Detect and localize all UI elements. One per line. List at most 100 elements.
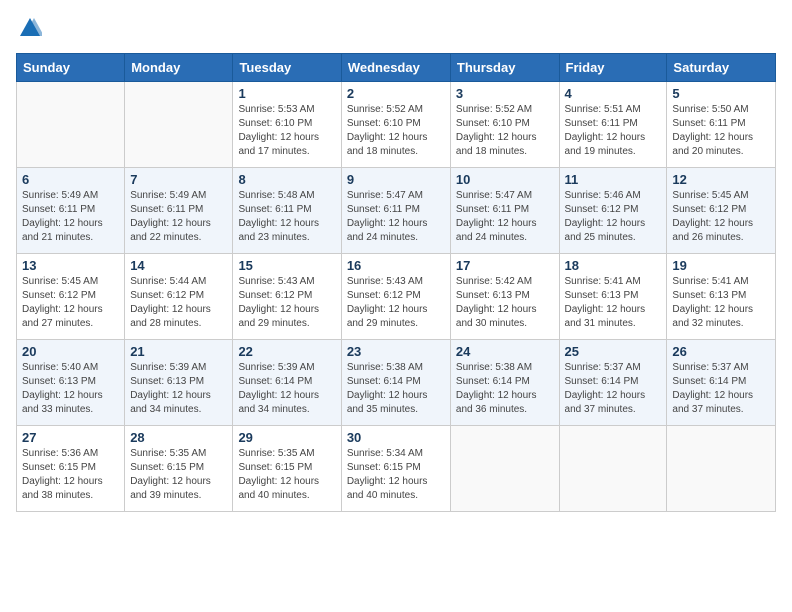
- day-of-week-header: Tuesday: [233, 54, 341, 82]
- day-number: 25: [565, 344, 662, 359]
- day-info: Sunrise: 5:51 AMSunset: 6:11 PMDaylight:…: [565, 103, 662, 159]
- day-info: Sunrise: 5:47 AMSunset: 6:11 PMDaylight:…: [456, 189, 554, 245]
- day-info: Sunrise: 5:49 AMSunset: 6:11 PMDaylight:…: [22, 189, 119, 245]
- day-number: 20: [22, 344, 119, 359]
- day-info: Sunrise: 5:43 AMSunset: 6:12 PMDaylight:…: [238, 275, 335, 331]
- day-number: 23: [347, 344, 445, 359]
- day-info: Sunrise: 5:42 AMSunset: 6:13 PMDaylight:…: [456, 275, 554, 331]
- day-info: Sunrise: 5:50 AMSunset: 6:11 PMDaylight:…: [672, 103, 770, 159]
- day-number: 6: [22, 172, 119, 187]
- calendar-cell: 15 Sunrise: 5:43 AMSunset: 6:12 PMDayligh…: [233, 254, 341, 340]
- calendar-cell: 20 Sunrise: 5:40 AMSunset: 6:13 PMDayligh…: [17, 340, 125, 426]
- calendar-cell: 5 Sunrise: 5:50 AMSunset: 6:11 PMDaylight…: [667, 82, 776, 168]
- day-info: Sunrise: 5:53 AMSunset: 6:10 PMDaylight:…: [238, 103, 335, 159]
- day-info: Sunrise: 5:37 AMSunset: 6:14 PMDaylight:…: [565, 361, 662, 417]
- day-info: Sunrise: 5:48 AMSunset: 6:11 PMDaylight:…: [238, 189, 335, 245]
- day-info: Sunrise: 5:43 AMSunset: 6:12 PMDaylight:…: [347, 275, 445, 331]
- calendar-cell: 3 Sunrise: 5:52 AMSunset: 6:10 PMDaylight…: [450, 82, 559, 168]
- day-number: 19: [672, 258, 770, 273]
- day-number: 14: [130, 258, 227, 273]
- day-info: Sunrise: 5:38 AMSunset: 6:14 PMDaylight:…: [456, 361, 554, 417]
- day-number: 18: [565, 258, 662, 273]
- calendar-cell: [450, 426, 559, 512]
- day-info: Sunrise: 5:47 AMSunset: 6:11 PMDaylight:…: [347, 189, 445, 245]
- day-number: 3: [456, 86, 554, 101]
- day-info: Sunrise: 5:35 AMSunset: 6:15 PMDaylight:…: [130, 447, 227, 503]
- day-number: 28: [130, 430, 227, 445]
- calendar-cell: 17 Sunrise: 5:42 AMSunset: 6:13 PMDayligh…: [450, 254, 559, 340]
- day-info: Sunrise: 5:40 AMSunset: 6:13 PMDaylight:…: [22, 361, 119, 417]
- day-number: 12: [672, 172, 770, 187]
- calendar-cell: [559, 426, 667, 512]
- day-of-week-header: Sunday: [17, 54, 125, 82]
- day-number: 26: [672, 344, 770, 359]
- calendar-cell: 29 Sunrise: 5:35 AMSunset: 6:15 PMDayligh…: [233, 426, 341, 512]
- day-number: 27: [22, 430, 119, 445]
- day-number: 4: [565, 86, 662, 101]
- day-info: Sunrise: 5:49 AMSunset: 6:11 PMDaylight:…: [130, 189, 227, 245]
- day-info: Sunrise: 5:45 AMSunset: 6:12 PMDaylight:…: [672, 189, 770, 245]
- day-number: 15: [238, 258, 335, 273]
- day-number: 16: [347, 258, 445, 273]
- day-of-week-header: Saturday: [667, 54, 776, 82]
- calendar-cell: 9 Sunrise: 5:47 AMSunset: 6:11 PMDaylight…: [341, 168, 450, 254]
- day-number: 5: [672, 86, 770, 101]
- day-number: 2: [347, 86, 445, 101]
- calendar-cell: 26 Sunrise: 5:37 AMSunset: 6:14 PMDayligh…: [667, 340, 776, 426]
- day-of-week-header: Wednesday: [341, 54, 450, 82]
- day-info: Sunrise: 5:35 AMSunset: 6:15 PMDaylight:…: [238, 447, 335, 503]
- day-info: Sunrise: 5:52 AMSunset: 6:10 PMDaylight:…: [347, 103, 445, 159]
- day-info: Sunrise: 5:45 AMSunset: 6:12 PMDaylight:…: [22, 275, 119, 331]
- day-info: Sunrise: 5:36 AMSunset: 6:15 PMDaylight:…: [22, 447, 119, 503]
- day-info: Sunrise: 5:39 AMSunset: 6:13 PMDaylight:…: [130, 361, 227, 417]
- calendar-cell: 23 Sunrise: 5:38 AMSunset: 6:14 PMDayligh…: [341, 340, 450, 426]
- day-info: Sunrise: 5:38 AMSunset: 6:14 PMDaylight:…: [347, 361, 445, 417]
- day-info: Sunrise: 5:52 AMSunset: 6:10 PMDaylight:…: [456, 103, 554, 159]
- calendar-cell: [17, 82, 125, 168]
- day-number: 21: [130, 344, 227, 359]
- calendar-cell: 28 Sunrise: 5:35 AMSunset: 6:15 PMDayligh…: [125, 426, 233, 512]
- calendar-cell: 2 Sunrise: 5:52 AMSunset: 6:10 PMDaylight…: [341, 82, 450, 168]
- day-info: Sunrise: 5:37 AMSunset: 6:14 PMDaylight:…: [672, 361, 770, 417]
- calendar-cell: 25 Sunrise: 5:37 AMSunset: 6:14 PMDayligh…: [559, 340, 667, 426]
- day-number: 24: [456, 344, 554, 359]
- calendar-cell: [667, 426, 776, 512]
- calendar-cell: 16 Sunrise: 5:43 AMSunset: 6:12 PMDayligh…: [341, 254, 450, 340]
- day-info: Sunrise: 5:44 AMSunset: 6:12 PMDaylight:…: [130, 275, 227, 331]
- calendar-cell: 14 Sunrise: 5:44 AMSunset: 6:12 PMDayligh…: [125, 254, 233, 340]
- day-number: 8: [238, 172, 335, 187]
- day-number: 13: [22, 258, 119, 273]
- calendar-cell: 19 Sunrise: 5:41 AMSunset: 6:13 PMDayligh…: [667, 254, 776, 340]
- calendar-cell: 8 Sunrise: 5:48 AMSunset: 6:11 PMDaylight…: [233, 168, 341, 254]
- calendar-cell: 18 Sunrise: 5:41 AMSunset: 6:13 PMDayligh…: [559, 254, 667, 340]
- day-of-week-header: Friday: [559, 54, 667, 82]
- calendar-cell: 24 Sunrise: 5:38 AMSunset: 6:14 PMDayligh…: [450, 340, 559, 426]
- page-header: [16, 16, 776, 45]
- calendar-cell: 7 Sunrise: 5:49 AMSunset: 6:11 PMDaylight…: [125, 168, 233, 254]
- day-info: Sunrise: 5:46 AMSunset: 6:12 PMDaylight:…: [565, 189, 662, 245]
- calendar-cell: 12 Sunrise: 5:45 AMSunset: 6:12 PMDayligh…: [667, 168, 776, 254]
- logo-icon: [18, 16, 42, 40]
- calendar-table: SundayMondayTuesdayWednesdayThursdayFrid…: [16, 53, 776, 512]
- day-number: 11: [565, 172, 662, 187]
- day-info: Sunrise: 5:41 AMSunset: 6:13 PMDaylight:…: [565, 275, 662, 331]
- day-number: 17: [456, 258, 554, 273]
- calendar-cell: 21 Sunrise: 5:39 AMSunset: 6:13 PMDayligh…: [125, 340, 233, 426]
- day-number: 22: [238, 344, 335, 359]
- day-number: 30: [347, 430, 445, 445]
- logo: [16, 16, 42, 45]
- calendar-cell: 10 Sunrise: 5:47 AMSunset: 6:11 PMDayligh…: [450, 168, 559, 254]
- calendar-cell: 22 Sunrise: 5:39 AMSunset: 6:14 PMDayligh…: [233, 340, 341, 426]
- calendar-cell: 4 Sunrise: 5:51 AMSunset: 6:11 PMDaylight…: [559, 82, 667, 168]
- day-number: 10: [456, 172, 554, 187]
- day-number: 29: [238, 430, 335, 445]
- day-number: 7: [130, 172, 227, 187]
- day-of-week-header: Monday: [125, 54, 233, 82]
- calendar-cell: 11 Sunrise: 5:46 AMSunset: 6:12 PMDayligh…: [559, 168, 667, 254]
- day-info: Sunrise: 5:39 AMSunset: 6:14 PMDaylight:…: [238, 361, 335, 417]
- day-number: 9: [347, 172, 445, 187]
- calendar-cell: 27 Sunrise: 5:36 AMSunset: 6:15 PMDayligh…: [17, 426, 125, 512]
- day-info: Sunrise: 5:41 AMSunset: 6:13 PMDaylight:…: [672, 275, 770, 331]
- calendar-cell: 13 Sunrise: 5:45 AMSunset: 6:12 PMDayligh…: [17, 254, 125, 340]
- calendar-cell: 30Sunrise: 5:34 AMSunset: 6:15 PMDayligh…: [341, 426, 450, 512]
